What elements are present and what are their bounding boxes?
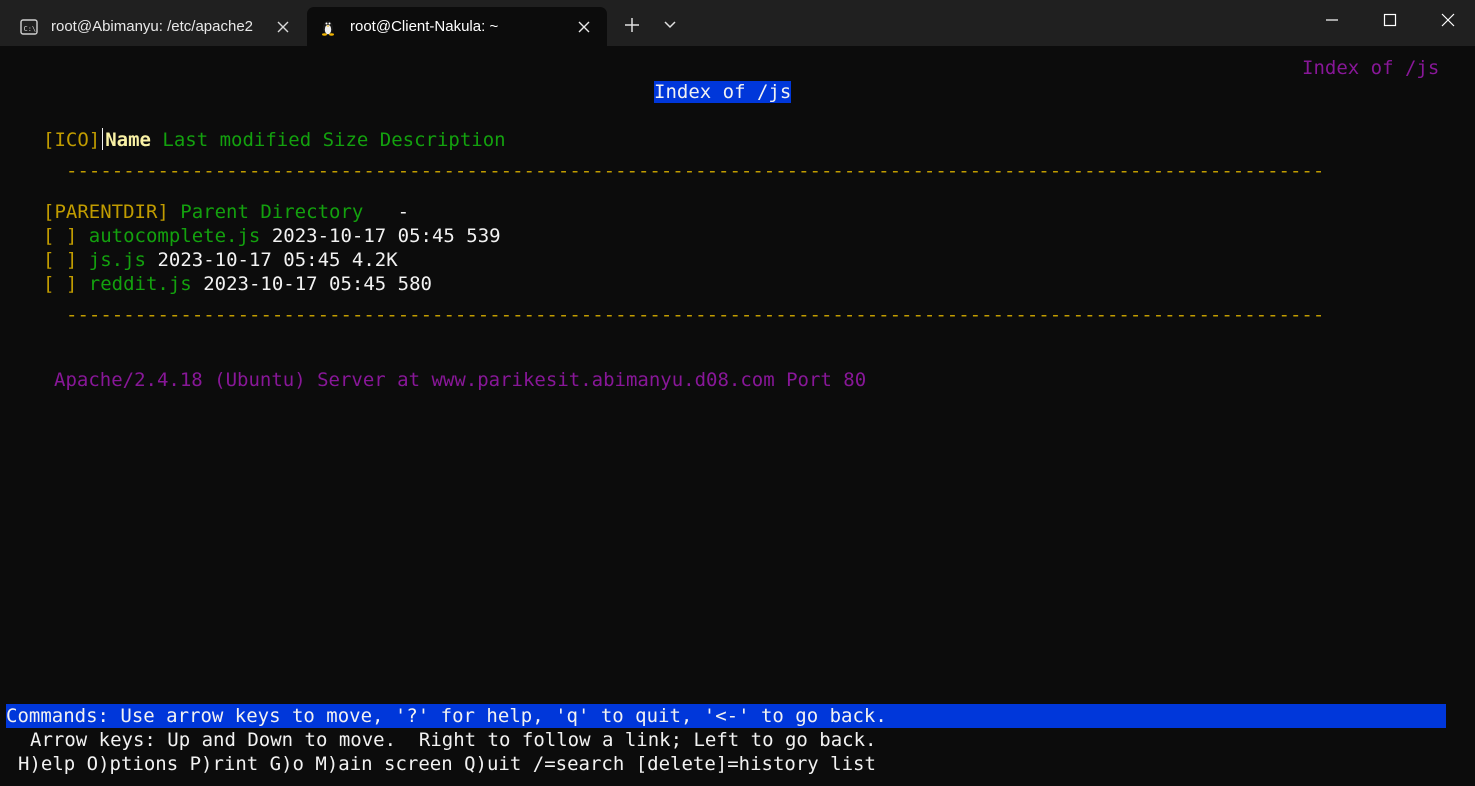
server-signature: Apache/2.4.18 (Ubuntu) Server at www.par… bbox=[54, 369, 867, 391]
terminal-content[interactable]: Index of /js Index of /js [ICO] Name Last… bbox=[0, 46, 1475, 786]
tab-abimanyu[interactable]: C:\ root@Abimanyu: /etc/apache2 bbox=[8, 7, 306, 46]
minimize-icon[interactable] bbox=[1320, 10, 1344, 30]
svg-text:C:\: C:\ bbox=[24, 25, 37, 33]
parent-directory-link[interactable]: Parent Directory bbox=[180, 201, 363, 223]
column-rest-links[interactable]: Last modified Size Description bbox=[162, 129, 505, 151]
divider-top: ----------------------------------------… bbox=[66, 160, 1325, 182]
tab-client-nakula[interactable]: root@Client-Nakula: ~ bbox=[307, 7, 607, 46]
file-link[interactable]: autocomplete.js bbox=[89, 225, 261, 247]
file-meta: 2023-10-17 05:45 4.2K bbox=[157, 249, 398, 271]
file-row: [ ] autocomplete.js 2023-10-17 05:45 539 bbox=[43, 224, 501, 248]
file-tag: [ ] bbox=[43, 249, 78, 271]
tab-label: root@Abimanyu: /etc/apache2 bbox=[51, 18, 254, 35]
file-tag: [ ] bbox=[43, 273, 78, 295]
column-ico: [ICO] bbox=[43, 129, 101, 151]
command-prompt-icon: C:\ bbox=[20, 19, 38, 35]
chevron-down-icon[interactable] bbox=[662, 18, 678, 32]
column-name-link[interactable]: Name bbox=[105, 129, 151, 151]
close-icon[interactable] bbox=[577, 20, 591, 34]
linux-penguin-icon bbox=[322, 21, 334, 36]
divider-bottom: ----------------------------------------… bbox=[66, 304, 1325, 326]
maximize-icon[interactable] bbox=[1378, 10, 1402, 30]
window-close-icon[interactable] bbox=[1436, 10, 1460, 30]
parentdir-tag: [PARENTDIR] bbox=[43, 201, 169, 223]
file-tag: [ ] bbox=[43, 225, 78, 247]
new-tab-plus-icon[interactable] bbox=[622, 15, 642, 35]
file-meta: 2023-10-17 05:45 580 bbox=[203, 273, 432, 295]
file-meta: 2023-10-17 05:45 539 bbox=[271, 225, 501, 247]
file-row: [ ] reddit.js 2023-10-17 05:45 580 bbox=[43, 272, 432, 296]
help-line-shortcuts: H)elp O)ptions P)rint G)o M)ain screen Q… bbox=[18, 753, 876, 775]
page-title-top-right: Index of /js bbox=[1302, 57, 1440, 79]
text-cursor bbox=[102, 128, 104, 150]
page-heading: Index of /js bbox=[654, 80, 792, 104]
parent-directory-row: [PARENTDIR] Parent Directory - bbox=[43, 200, 409, 224]
help-line-arrow-keys: Arrow keys: Up and Down to move. Right t… bbox=[30, 729, 877, 751]
file-link[interactable]: reddit.js bbox=[89, 273, 192, 295]
heading-text: Index of /js bbox=[654, 81, 792, 103]
parent-directory-dash: - bbox=[397, 201, 410, 223]
close-icon[interactable] bbox=[276, 20, 290, 34]
terminal-window: C:\ root@Abimanyu: /etc/apache2 root@Cli… bbox=[0, 0, 1475, 786]
tab-label: root@Client-Nakula: ~ bbox=[350, 18, 499, 35]
column-header-row: [ICO] Name Last modified Size Description bbox=[43, 128, 506, 152]
commands-status-line: Commands: Use arrow keys to move, '?' fo… bbox=[6, 705, 887, 727]
file-row: [ ] js.js 2023-10-17 05:45 4.2K bbox=[43, 248, 398, 272]
file-link[interactable]: js.js bbox=[89, 249, 146, 271]
title-bar: C:\ root@Abimanyu: /etc/apache2 root@Cli… bbox=[0, 0, 1475, 46]
